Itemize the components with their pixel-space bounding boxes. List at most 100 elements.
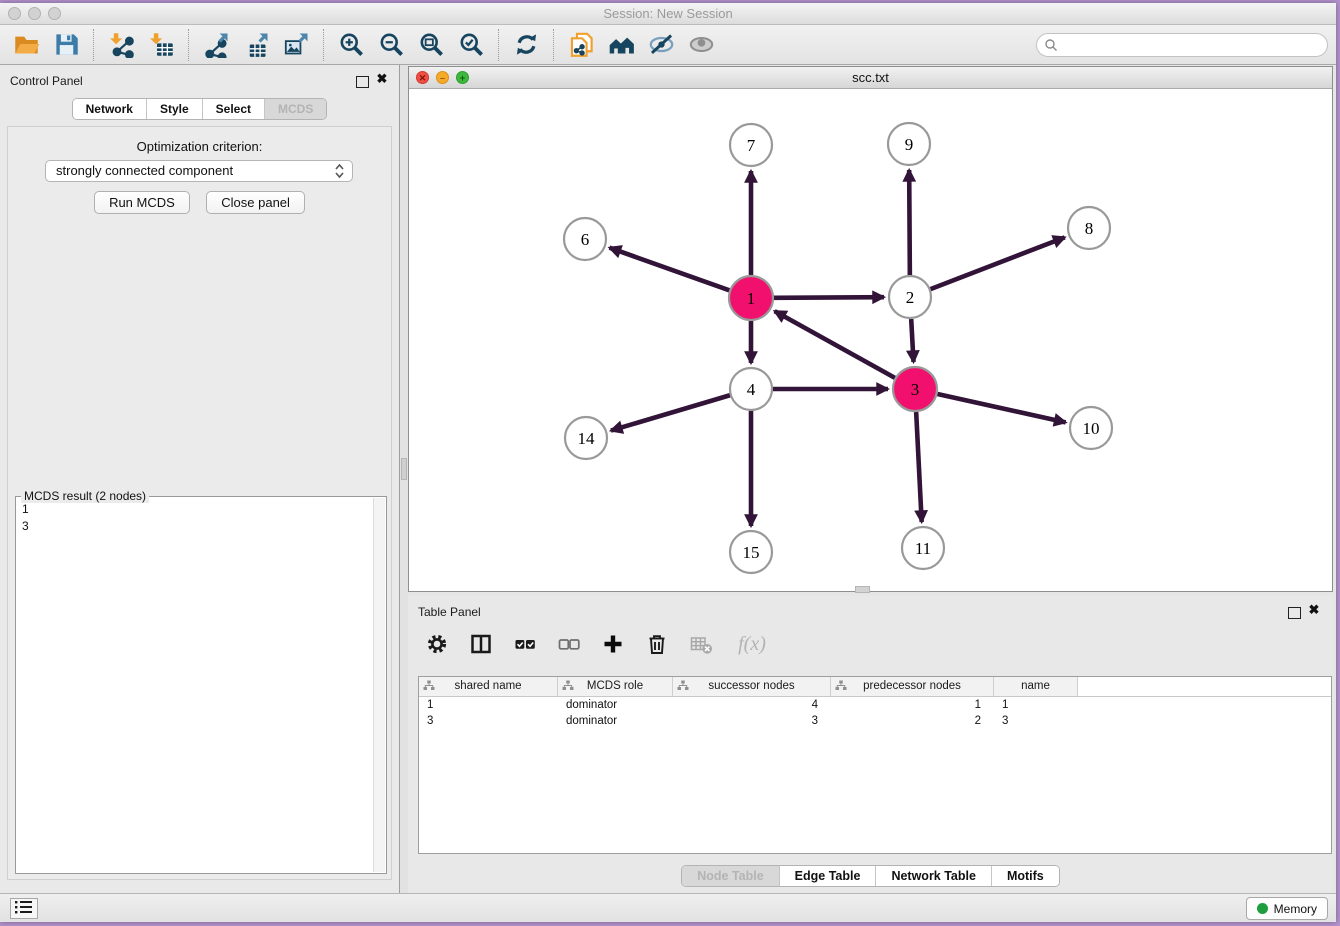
save-session-button[interactable] [46, 28, 86, 62]
tab-network-table[interactable]: Network Table [875, 866, 991, 886]
control-panel-close-button[interactable]: ✖ [375, 72, 389, 86]
tab-motifs[interactable]: Motifs [991, 866, 1059, 886]
control-panel-float-button[interactable] [356, 76, 369, 88]
tree-icon [562, 680, 574, 692]
control-panel: Control Panel ✖ NetworkStyleSelectMCDS O… [0, 65, 400, 893]
window-title: Session: New Session [0, 3, 1336, 24]
zoom-fit-icon [418, 31, 445, 58]
export-network-button[interactable] [196, 28, 236, 62]
refresh-view-button[interactable] [506, 28, 546, 62]
edge-3-11[interactable] [916, 412, 922, 522]
cell-successor-nodes[interactable]: 4 [673, 697, 831, 713]
tab-network[interactable]: Network [73, 99, 146, 119]
table-settings-button[interactable] [422, 629, 452, 659]
edge-2-3[interactable] [911, 319, 913, 362]
add-column-button[interactable] [598, 629, 628, 659]
node-label-4: 4 [747, 380, 756, 399]
vertical-splitter[interactable] [400, 65, 408, 893]
vertical-splitter-handle[interactable] [401, 458, 407, 480]
network-canvas[interactable]: 7968124314101511 [409, 88, 1332, 591]
table-panel-float-button[interactable] [1288, 607, 1301, 619]
select-stepper-icon [334, 163, 345, 179]
run-mcds-button[interactable]: Run MCDS [94, 191, 190, 214]
tab-edge-table[interactable]: Edge Table [779, 866, 876, 886]
open-file-button[interactable] [6, 28, 46, 62]
cell-shared-name[interactable]: 1 [419, 697, 558, 713]
go-home-button[interactable] [601, 28, 641, 62]
select-all-rows-button[interactable] [510, 629, 540, 659]
tree-icon [677, 680, 689, 692]
export-image-button[interactable] [276, 28, 316, 62]
zoom-fit-button[interactable] [411, 28, 451, 62]
mcds-result-text[interactable]: 13 [17, 499, 373, 872]
tab-node-table[interactable]: Node Table [682, 866, 778, 886]
table-header-row: shared nameMCDS rolesuccessor nodesprede… [419, 677, 1331, 697]
cell-predecessor-nodes[interactable]: 2 [831, 713, 994, 729]
cell-name[interactable]: 1 [994, 697, 1078, 713]
edge-1-2[interactable] [774, 297, 884, 298]
clone-network-button[interactable] [561, 28, 601, 62]
close-panel-button[interactable]: Close panel [206, 191, 305, 214]
cell-MCDS-role[interactable]: dominator [558, 713, 673, 729]
column-header-successor-nodes[interactable]: successor nodes [673, 677, 831, 696]
cell-MCDS-role[interactable]: dominator [558, 697, 673, 713]
import-table-button[interactable] [141, 28, 181, 62]
cell-name[interactable]: 3 [994, 713, 1078, 729]
column-layout-button[interactable] [466, 629, 496, 659]
cell-successor-nodes[interactable]: 3 [673, 713, 831, 729]
app-window: Session: New Session Control Panel ✖ Net… [0, 3, 1336, 922]
delete-column-button[interactable] [642, 629, 672, 659]
cell-predecessor-nodes[interactable]: 1 [831, 697, 994, 713]
cell-shared-name[interactable]: 3 [419, 713, 558, 729]
node-label-15: 15 [743, 543, 760, 562]
table-toolbar: f(x) [422, 624, 774, 664]
tab-mcds[interactable]: MCDS [264, 99, 326, 119]
criterion-select[interactable]: strongly connected component [45, 160, 353, 182]
zoom-out-button[interactable] [371, 28, 411, 62]
node-label-9: 9 [905, 135, 914, 154]
column-header-predecessor-nodes[interactable]: predecessor nodes [831, 677, 994, 696]
edge-2-8[interactable] [931, 237, 1065, 289]
hide-details-button[interactable] [641, 28, 681, 62]
tab-select[interactable]: Select [202, 99, 264, 119]
task-history-button[interactable] [10, 898, 38, 919]
table-tabs: Node TableEdge TableNetwork TableMotifs [408, 865, 1333, 887]
table-panel-close-button[interactable]: ✖ [1307, 603, 1321, 617]
edge-3-1[interactable] [775, 311, 895, 378]
table-row[interactable]: 3dominator323 [419, 713, 1331, 729]
edge-1-6[interactable] [609, 248, 729, 291]
deselect-all-rows-button[interactable] [554, 629, 584, 659]
tree-icon [423, 680, 435, 692]
open-file-icon [13, 31, 40, 58]
search-icon [1044, 38, 1058, 52]
result-scrollbar[interactable] [373, 498, 385, 872]
horizontal-splitter-handle[interactable] [855, 586, 870, 593]
tab-style[interactable]: Style [146, 99, 202, 119]
edge-2-9[interactable] [909, 170, 910, 275]
edge-4-14[interactable] [611, 395, 730, 430]
network-view-window: ✕ – + scc.txt 7968124314101511 [408, 66, 1333, 592]
column-header-shared-name[interactable]: shared name [419, 677, 558, 696]
memory-button[interactable]: Memory [1246, 897, 1328, 920]
search-input[interactable] [1036, 33, 1328, 57]
node-table: shared nameMCDS rolesuccessor nodesprede… [418, 676, 1332, 854]
node-label-8: 8 [1085, 219, 1094, 238]
node-label-7: 7 [747, 136, 756, 155]
table-row[interactable]: 1dominator411 [419, 697, 1331, 713]
edge-3-10[interactable] [937, 394, 1065, 422]
delete-table-button[interactable] [686, 629, 716, 659]
show-details-button[interactable] [681, 28, 721, 62]
column-header-MCDS-role[interactable]: MCDS role [558, 677, 673, 696]
main-toolbar [0, 25, 1336, 65]
zoom-selected-button[interactable] [451, 28, 491, 62]
hide-details-icon [648, 31, 675, 58]
column-header-name[interactable]: name [994, 677, 1078, 696]
node-label-11: 11 [915, 539, 931, 558]
save-session-icon [53, 31, 80, 58]
export-image-icon [283, 31, 310, 58]
zoom-in-button[interactable] [331, 28, 371, 62]
mcds-result-box: MCDS result (2 nodes) 13 [15, 496, 387, 874]
import-network-button[interactable] [101, 28, 141, 62]
apply-function-button[interactable]: f(x) [730, 629, 774, 659]
export-table-button[interactable] [236, 28, 276, 62]
